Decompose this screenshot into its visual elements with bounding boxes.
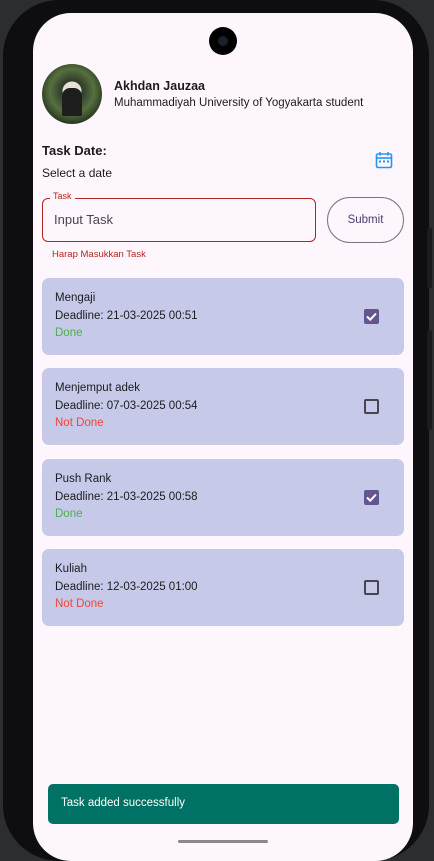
- task-input-field[interactable]: Task: [42, 191, 316, 242]
- task-status: Done: [55, 508, 83, 520]
- task-card: Push Rank Deadline: 21-03-2025 00:58 Don…: [42, 459, 404, 536]
- app-screen: Akhdan Jauzaa Muhammadiyah University of…: [33, 13, 413, 861]
- snackbar: Task added successfully: [48, 784, 399, 824]
- task-date-label: Task Date:: [42, 143, 107, 158]
- task-title: Push Rank: [55, 473, 112, 485]
- snackbar-message: Task added successfully: [61, 797, 186, 809]
- task-deadline: Deadline: 12-03-2025 01:00: [55, 581, 198, 593]
- task-card: Mengaji Deadline: 21-03-2025 00:51 Done: [42, 278, 404, 355]
- task-input[interactable]: [52, 211, 296, 228]
- date-value: Select a date: [42, 166, 113, 180]
- profile-subtitle: Muhammadiyah University of Yogyakarta st…: [114, 97, 364, 109]
- avatar-person: [62, 88, 82, 116]
- checkbox-checked-icon[interactable]: [364, 309, 379, 324]
- phone-frame: Akhdan Jauzaa Muhammadiyah University of…: [3, 0, 432, 861]
- checkbox-checked-icon[interactable]: [364, 490, 379, 505]
- power-button: [427, 330, 432, 430]
- submit-button[interactable]: Submit: [327, 197, 404, 243]
- volume-button: [427, 228, 432, 288]
- task-card: Menjemput adek Deadline: 07-03-2025 00:5…: [42, 368, 404, 445]
- task-card: Kuliah Deadline: 12-03-2025 01:00 Not Do…: [42, 549, 404, 626]
- profile-name: Akhdan Jauzaa: [114, 79, 206, 93]
- camera-cutout: [209, 27, 237, 55]
- task-status: Done: [55, 327, 83, 339]
- task-error-text: Harap Masukkan Task: [52, 249, 146, 260]
- task-input-label: Task: [50, 191, 75, 201]
- calendar-icon[interactable]: [375, 151, 393, 169]
- task-deadline: Deadline: 21-03-2025 00:58: [55, 491, 198, 503]
- task-status: Not Done: [55, 598, 104, 610]
- home-indicator[interactable]: [178, 840, 268, 843]
- task-title: Menjemput adek: [55, 382, 141, 394]
- task-title: Mengaji: [55, 292, 96, 304]
- checkbox-unchecked-icon[interactable]: [364, 580, 379, 595]
- avatar: [42, 64, 102, 124]
- checkbox-unchecked-icon[interactable]: [364, 399, 379, 414]
- task-status: Not Done: [55, 417, 104, 429]
- task-deadline: Deadline: 21-03-2025 00:51: [55, 310, 198, 322]
- task-title: Kuliah: [55, 563, 87, 575]
- task-deadline: Deadline: 07-03-2025 00:54: [55, 400, 198, 412]
